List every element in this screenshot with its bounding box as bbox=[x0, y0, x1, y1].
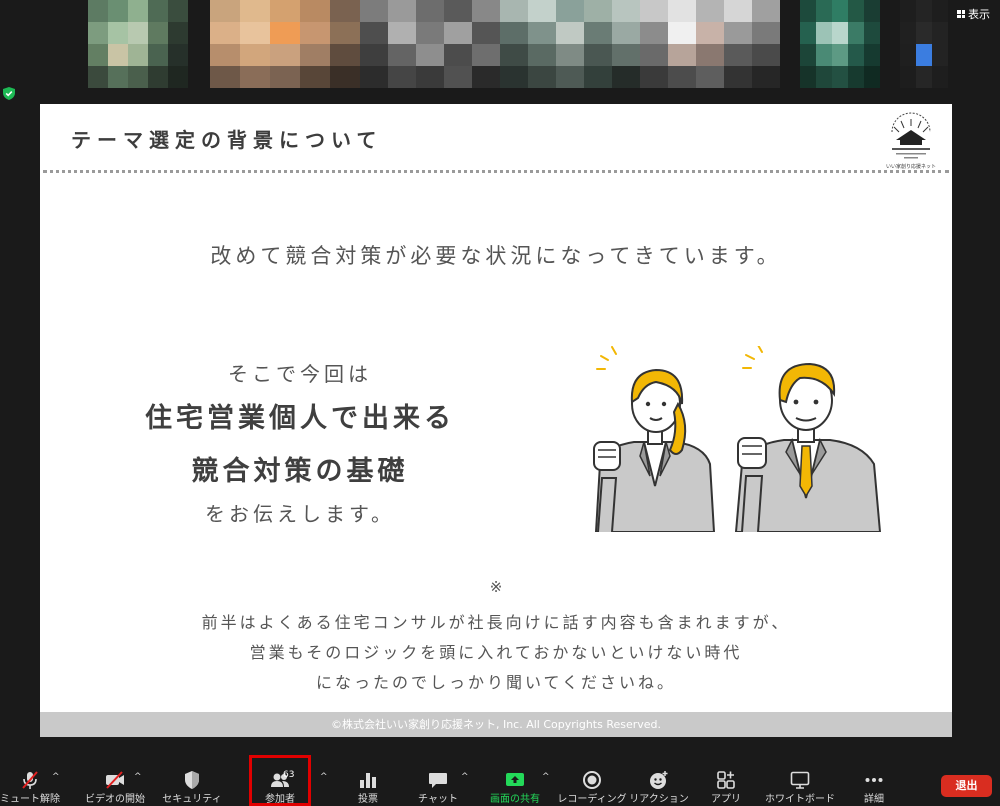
whiteboard-icon bbox=[790, 771, 810, 789]
note-line: 前半はよくある住宅コンサルが社長向けに話す内容も含まれますが、 bbox=[201, 613, 791, 632]
grid-view-icon bbox=[957, 10, 965, 18]
audio-options-caret[interactable]: ^ bbox=[52, 772, 60, 782]
video-off-icon bbox=[106, 771, 124, 789]
security-button[interactable]: セキュリティ bbox=[152, 760, 232, 806]
smiley-plus-icon bbox=[650, 771, 668, 789]
chat-options-caret[interactable]: ^ bbox=[461, 772, 469, 782]
participants-options-caret[interactable]: ^ bbox=[320, 772, 328, 782]
shared-screen-slide: テーマ選定の背景について いい家創り応援ネット 改めて競合対策が必要な状況になっ… bbox=[40, 104, 952, 737]
slide-lead-text: 改めて競合対策が必要な状況になってきています。 bbox=[210, 244, 782, 268]
company-logo: いい家創り応援ネット bbox=[886, 112, 936, 170]
more-label: 詳細 bbox=[864, 794, 884, 805]
note-mark: ※ bbox=[489, 578, 503, 596]
bar-chart-icon bbox=[360, 773, 376, 788]
slide-title: テーマ選定の背景について bbox=[71, 128, 383, 152]
shield-icon bbox=[185, 771, 199, 789]
note-line: 営業もそのロジックを頭に入れておかないといけない時代 bbox=[249, 643, 743, 662]
encryption-shield-icon[interactable] bbox=[3, 87, 15, 100]
participant-video-strip: 表示 bbox=[0, 0, 1000, 104]
participant-thumbnail[interactable] bbox=[640, 0, 780, 88]
slide-headline-1: 住宅営業個人で出来る bbox=[145, 403, 455, 434]
more-dots-icon bbox=[865, 778, 883, 782]
more-button[interactable]: 詳細 bbox=[834, 760, 914, 806]
participants-highlight-box bbox=[249, 755, 311, 806]
businesswoman-figure bbox=[593, 346, 716, 532]
slide-intro-text: そこで今回は bbox=[228, 362, 372, 386]
participant-thumbnail[interactable] bbox=[500, 0, 640, 88]
chat-bubble-icon bbox=[429, 773, 447, 788]
business-people-illustration bbox=[593, 346, 882, 532]
businessman-figure bbox=[734, 346, 882, 532]
record-icon bbox=[583, 771, 601, 789]
share-options-caret[interactable]: ^ bbox=[542, 772, 550, 782]
copyright-footer: ©株式会社いい家創り応援ネット, Inc. All Copyrights Res… bbox=[40, 712, 952, 737]
leave-button[interactable]: 退出 bbox=[941, 775, 992, 797]
share-screen-icon bbox=[506, 773, 524, 786]
view-label: 表示 bbox=[968, 8, 990, 21]
logo-caption: いい家創り応援ネット bbox=[886, 163, 936, 170]
participant-thumbnail[interactable] bbox=[900, 0, 948, 88]
note-line: になったのでしっかり聞いてくださいね。 bbox=[315, 673, 677, 692]
apps-icon bbox=[717, 771, 735, 789]
participant-thumbnail[interactable] bbox=[210, 0, 360, 88]
unmute-button[interactable]: ミュート解除 bbox=[0, 760, 70, 806]
participant-thumbnail[interactable] bbox=[800, 0, 880, 88]
slide-outro-text: をお伝えします。 bbox=[205, 502, 395, 526]
slide-headline-2: 競合対策の基礎 bbox=[191, 456, 409, 487]
participant-thumbnail[interactable] bbox=[88, 0, 188, 88]
view-button[interactable]: 表示 bbox=[957, 6, 990, 22]
participant-thumbnail[interactable] bbox=[360, 0, 500, 88]
security-label: セキュリティ bbox=[162, 794, 222, 805]
microphone-muted-icon bbox=[22, 771, 38, 789]
title-divider bbox=[43, 170, 949, 173]
video-options-caret[interactable]: ^ bbox=[134, 772, 142, 782]
meeting-toolbar: ミュート解除 ^ ビデオの開始 ^ セキュリティ 63 参加者 ^ 投票 チャッ… bbox=[0, 760, 1000, 806]
